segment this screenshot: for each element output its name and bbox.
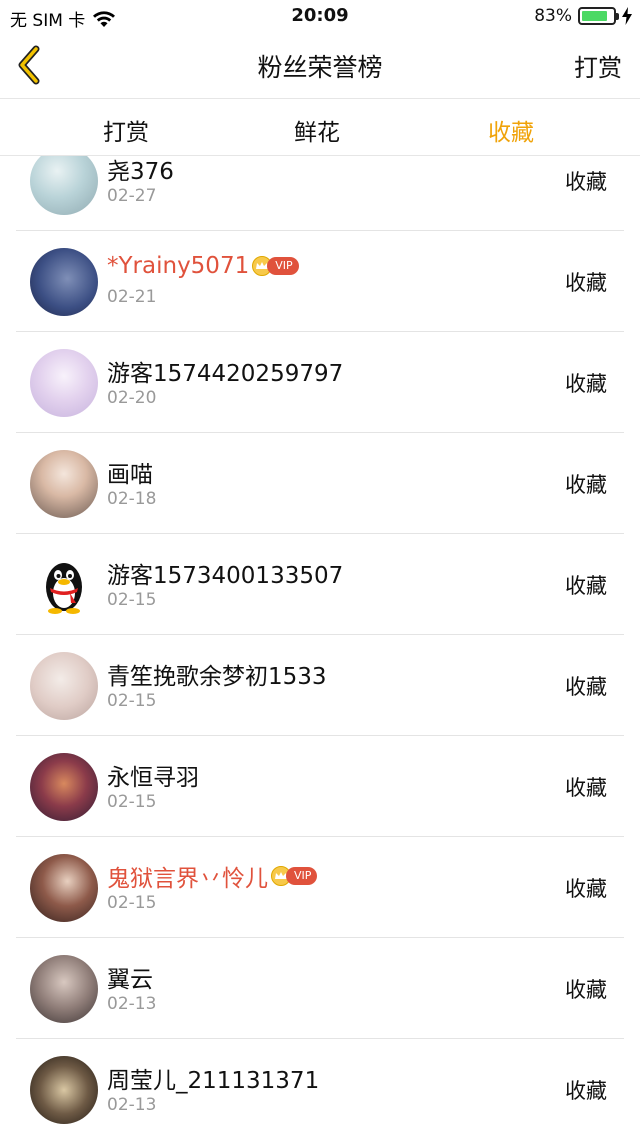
avatar[interactable] (30, 156, 98, 215)
charging-icon (622, 7, 632, 25)
favorite-label: 收藏 (565, 675, 607, 699)
avatar[interactable] (30, 349, 98, 417)
favorites-list-content: 尧376 02-27 收藏 *Yrainy5071 VIP 02-21 收藏 游客157442… (0, 156, 640, 1138)
favorite-label: 收藏 (565, 271, 607, 295)
favorite-label: 收藏 (565, 978, 607, 1002)
item-date: 02-15 (107, 590, 157, 610)
user-name[interactable]: 画喵 (107, 455, 153, 489)
favorite-label: 收藏 (565, 776, 607, 800)
favorite-label: 收藏 (565, 170, 607, 194)
user-name[interactable]: 永恒寻羽 (107, 758, 199, 792)
favorite-label: 收藏 (565, 877, 607, 901)
page-title: 粉丝荣誉榜 (257, 53, 383, 82)
user-name[interactable]: 周莹儿_211131371 (107, 1061, 319, 1095)
user-name-line: 鬼狱言界丷怜儿 VIP (107, 859, 318, 893)
tab-bar: 打赏 鲜花 收藏 (0, 98, 640, 156)
user-name-line: 画喵 (107, 455, 153, 489)
item-date: 02-27 (107, 186, 157, 206)
avatar[interactable] (30, 652, 98, 720)
item-date: 02-15 (107, 691, 157, 711)
list-item[interactable]: 周莹儿_211131371 02-13 收藏 (0, 1039, 640, 1138)
user-name[interactable]: 青笙挽歌余梦初1533 (107, 657, 327, 691)
tab-reward[interactable]: 打赏 (103, 113, 149, 147)
user-name[interactable]: 翼云 (107, 960, 153, 994)
battery-icon (578, 7, 619, 25)
user-name-line: 翼云 (107, 960, 153, 994)
item-date: 02-21 (107, 287, 157, 307)
favorite-label: 收藏 (565, 574, 607, 598)
favorite-label: 收藏 (565, 473, 607, 497)
nav-bar: 粉丝荣誉榜 打赏 (0, 34, 640, 98)
user-name-line: 周莹儿_211131371 (107, 1061, 319, 1095)
item-date: 02-18 (107, 489, 157, 509)
avatar[interactable] (30, 551, 98, 619)
user-name[interactable]: 尧376 (107, 156, 174, 186)
vip-label: VIP (286, 867, 318, 885)
vip-label: VIP (267, 257, 299, 275)
tab-favorites[interactable]: 收藏 (488, 113, 534, 147)
list-item[interactable]: 尧376 02-27 收藏 (0, 156, 640, 231)
user-name-line: 游客1573400133507 (107, 556, 343, 590)
penguin-icon (46, 563, 82, 614)
status-bar: 无 SIM 卡 20:09 83% (0, 0, 640, 34)
item-date: 02-15 (107, 792, 157, 812)
list-item[interactable]: 画喵 02-18 收藏 (0, 433, 640, 534)
avatar[interactable] (30, 955, 98, 1023)
list-item[interactable]: 永恒寻羽 02-15 收藏 (0, 736, 640, 837)
avatar[interactable] (30, 248, 98, 316)
list-item[interactable]: 青笙挽歌余梦初1533 02-15 收藏 (0, 635, 640, 736)
vip-badge: VIP (251, 256, 299, 276)
list-item[interactable]: 游客1574420259797 02-20 收藏 (0, 332, 640, 433)
item-date: 02-13 (107, 994, 157, 1014)
list-item[interactable]: 翼云 02-13 收藏 (0, 938, 640, 1039)
item-date: 02-15 (107, 893, 157, 913)
avatar[interactable] (30, 1056, 98, 1124)
battery-level (582, 11, 607, 21)
user-name-line: 永恒寻羽 (107, 758, 199, 792)
user-name[interactable]: 游客1574420259797 (107, 354, 343, 388)
vip-badge: VIP (270, 866, 318, 886)
list-item[interactable]: 游客1573400133507 02-15 收藏 (0, 534, 640, 635)
favorite-label: 收藏 (565, 1079, 607, 1103)
avatar[interactable] (30, 450, 98, 518)
user-name[interactable]: 鬼狱言界丷怜儿 (107, 859, 268, 893)
tab-flowers[interactable]: 鲜花 (294, 113, 340, 147)
avatar[interactable] (30, 854, 98, 922)
reward-button[interactable]: 打赏 (574, 48, 622, 83)
favorites-list[interactable]: 尧376 02-27 收藏 *Yrainy5071 VIP 02-21 收藏 游客157442… (0, 156, 640, 1138)
item-date: 02-20 (107, 388, 157, 408)
user-name-line: *Yrainy5071 VIP (107, 253, 299, 279)
battery-status: 83% (534, 6, 632, 26)
list-item[interactable]: *Yrainy5071 VIP 02-21 收藏 (0, 231, 640, 332)
favorite-label: 收藏 (565, 372, 607, 396)
user-name[interactable]: 游客1573400133507 (107, 556, 343, 590)
user-name-line: 青笙挽歌余梦初1533 (107, 657, 327, 691)
user-name-line: 尧376 (107, 156, 174, 186)
user-name-line: 游客1574420259797 (107, 354, 343, 388)
user-name[interactable]: *Yrainy5071 (107, 253, 249, 279)
item-date: 02-13 (107, 1095, 157, 1115)
battery-percent: 83% (534, 6, 572, 26)
avatar[interactable] (30, 753, 98, 821)
list-item[interactable]: 鬼狱言界丷怜儿 VIP 02-15 收藏 (0, 837, 640, 938)
